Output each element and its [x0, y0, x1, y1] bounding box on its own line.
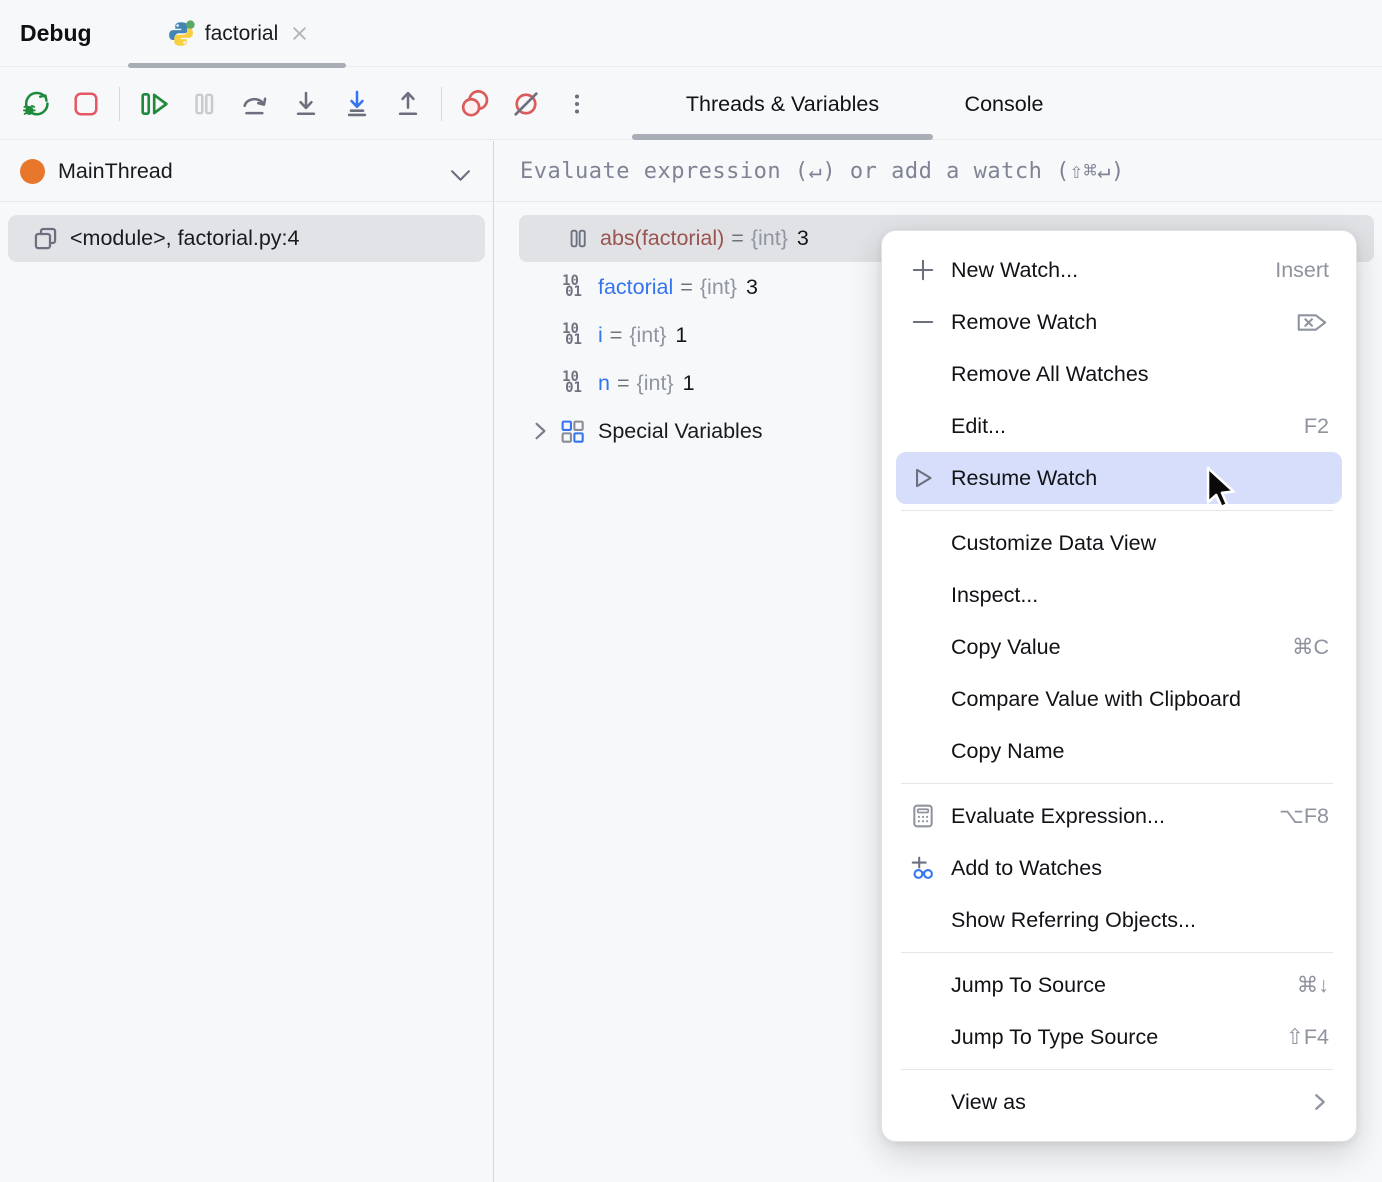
step-into-icon: [289, 87, 323, 121]
value-type: {int}: [751, 226, 788, 251]
tool-window-title: Debug: [20, 0, 92, 66]
frame-label: <module>, factorial.py:4: [70, 226, 299, 251]
value-type: {int}: [637, 371, 674, 396]
minus-icon: [910, 309, 951, 335]
menu-item-inspect[interactable]: Inspect...: [882, 569, 1356, 621]
menu-item-compare-value-with-clipboard[interactable]: Compare Value with Clipboard: [882, 673, 1356, 725]
step-out-icon: [391, 87, 425, 121]
thread-status-dot: [20, 159, 45, 184]
submenu-chevron-icon: [1311, 1091, 1329, 1113]
value: 3: [746, 275, 758, 300]
play-icon: [910, 465, 951, 491]
menu-separator: [901, 952, 1333, 953]
debug-toolbar: Threads & Variables Console: [0, 68, 1382, 140]
mute-breakpoints-button[interactable]: [505, 83, 547, 125]
run-tab-label: factorial: [205, 22, 279, 46]
equals-sign: =: [610, 323, 623, 348]
menu-item-copy-value[interactable]: Copy Value ⌘C: [882, 621, 1356, 673]
python-icon: [166, 19, 196, 49]
force-step-into-icon: [340, 87, 374, 121]
step-into-button[interactable]: [285, 83, 327, 125]
tab-console-label: Console: [965, 92, 1044, 117]
menu-separator: [901, 510, 1333, 511]
tab-threads-variables-label: Threads & Variables: [686, 92, 879, 117]
variable-name: factorial: [598, 275, 673, 300]
force-step-into-button[interactable]: [336, 83, 378, 125]
equals-sign: =: [731, 226, 744, 251]
pause-icon: [188, 88, 220, 120]
value-type: {int}: [700, 275, 737, 300]
resume-program-button[interactable]: [132, 83, 174, 125]
watch-context-menu: New Watch... Insert Remove Watch Remove …: [881, 230, 1357, 1142]
view-tabs: Threads & Variables Console: [632, 68, 1074, 140]
menu-item-show-referring-objects[interactable]: Show Referring Objects...: [882, 894, 1356, 946]
close-icon[interactable]: [291, 25, 308, 42]
plus-icon: [910, 257, 951, 283]
variable-name: i: [598, 323, 603, 348]
value: 3: [797, 226, 809, 251]
thread-selector[interactable]: MainThread: [0, 141, 493, 202]
menu-item-resume-watch[interactable]: Resume Watch: [896, 452, 1342, 504]
equals-sign: =: [680, 275, 693, 300]
thread-name: MainThread: [58, 159, 173, 184]
rerun-debug-icon: [19, 88, 51, 120]
tab-console[interactable]: Console: [934, 68, 1074, 140]
frame-icon: [32, 225, 59, 252]
stack-frame-row[interactable]: <module>, factorial.py:4: [8, 215, 485, 262]
value-type: {int}: [629, 323, 666, 348]
more-options-button[interactable]: [556, 83, 598, 125]
delete-key-icon: [1296, 310, 1329, 335]
stop-button[interactable]: [65, 83, 107, 125]
view-breakpoints-button[interactable]: [454, 83, 496, 125]
evaluate-placeholder: Evaluate expression (↵) or add a watch (…: [520, 159, 1125, 184]
add-to-watches-icon: [910, 855, 951, 881]
tab-threads-variables[interactable]: Threads & Variables: [632, 68, 933, 140]
menu-separator: [901, 783, 1333, 784]
value: 1: [675, 323, 687, 348]
step-over-button[interactable]: [234, 83, 276, 125]
equals-sign: =: [617, 371, 630, 396]
calculator-icon: [910, 803, 951, 829]
pause-program-button[interactable]: [183, 83, 225, 125]
watch-expression: abs(factorial): [600, 226, 724, 251]
menu-item-evaluate-expression[interactable]: Evaluate Expression... ⌥F8: [882, 790, 1356, 842]
menu-item-new-watch[interactable]: New Watch... Insert: [882, 244, 1356, 296]
evaluate-expression-input[interactable]: Evaluate expression (↵) or add a watch (…: [495, 141, 1382, 202]
variable-icon: 1001: [557, 276, 587, 298]
step-out-button[interactable]: [387, 83, 429, 125]
special-variables-icon: [557, 418, 587, 445]
variable-name: n: [598, 371, 610, 396]
chevron-down-icon[interactable]: [450, 169, 471, 182]
value: 1: [683, 371, 695, 396]
toolbar-separator: [441, 87, 442, 121]
menu-item-add-to-watches[interactable]: Add to Watches: [882, 842, 1356, 894]
threads-panel: MainThread <module>, factorial.py:4: [0, 141, 494, 1182]
stop-icon: [70, 88, 102, 120]
expand-chevron-icon[interactable]: [523, 421, 557, 441]
menu-separator: [901, 1069, 1333, 1070]
paused-watch-icon: [566, 226, 590, 251]
run-tab-factorial[interactable]: factorial: [128, 0, 346, 67]
menu-item-jump-to-source[interactable]: Jump To Source ⌘↓: [882, 959, 1356, 1011]
rerun-debug-button[interactable]: [14, 83, 56, 125]
active-view-tab-underline: [632, 134, 933, 140]
kebab-menu-icon: [562, 89, 592, 119]
menu-item-edit[interactable]: Edit... F2: [882, 400, 1356, 452]
menu-item-view-as[interactable]: View as: [882, 1076, 1356, 1128]
view-breakpoints-icon: [457, 86, 493, 122]
special-variables-label: Special Variables: [598, 419, 763, 444]
step-over-icon: [238, 87, 272, 121]
frames-list: <module>, factorial.py:4: [0, 202, 493, 262]
menu-item-remove-watch[interactable]: Remove Watch: [882, 296, 1356, 348]
variable-icon: 1001: [557, 372, 587, 394]
menu-item-customize-data-view[interactable]: Customize Data View: [882, 517, 1356, 569]
mute-breakpoints-icon: [508, 86, 544, 122]
debug-tabbar: Debug factorial: [0, 0, 1382, 67]
toolbar-separator: [119, 87, 120, 121]
menu-item-copy-name[interactable]: Copy Name: [882, 725, 1356, 777]
resume-icon: [136, 87, 170, 121]
variable-icon: 1001: [557, 324, 587, 346]
menu-item-remove-all-watches[interactable]: Remove All Watches: [882, 348, 1356, 400]
menu-item-jump-to-type-source[interactable]: Jump To Type Source ⇧F4: [882, 1011, 1356, 1063]
